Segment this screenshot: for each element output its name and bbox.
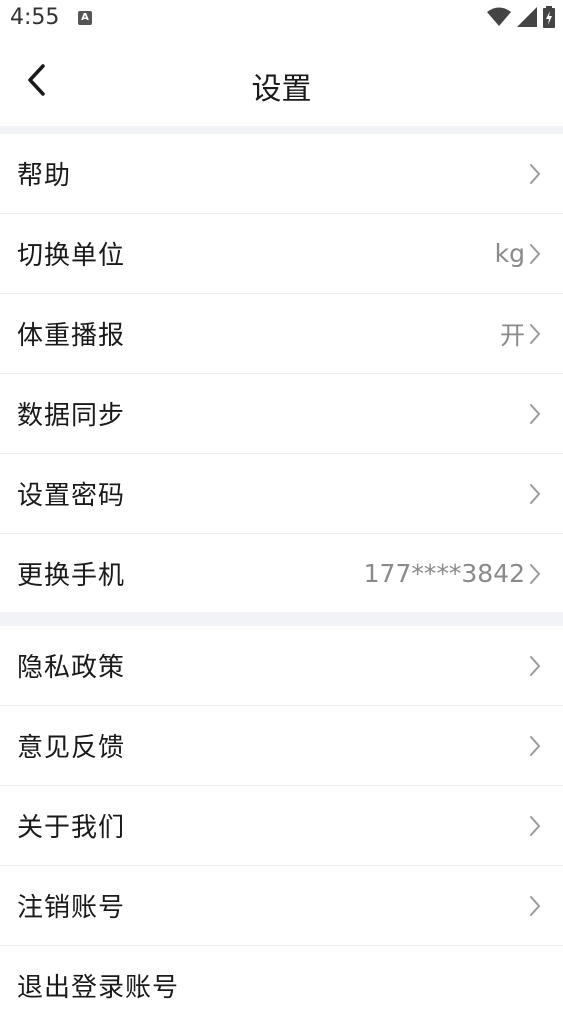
- settings-item-label: 设置密码: [17, 481, 126, 511]
- settings-item-label: 体重播报: [17, 321, 126, 351]
- chevron-right-icon: [527, 562, 543, 586]
- settings-item-label: 隐私政策: [17, 653, 126, 683]
- section-divider: [0, 126, 563, 134]
- settings-item-label: 数据同步: [17, 401, 126, 431]
- settings-item-label: 关于我们: [17, 813, 126, 843]
- a-app-icon: A: [78, 11, 92, 25]
- header: 设置: [0, 40, 563, 126]
- signal-icon: [517, 7, 537, 31]
- settings-item-delete-account[interactable]: 注销账号: [0, 866, 563, 946]
- settings-item-logout[interactable]: 退出登录账号: [0, 946, 563, 1025]
- page-title: 设置: [251, 72, 312, 107]
- settings-item-set-password[interactable]: 设置密码: [0, 454, 563, 534]
- settings-item-label: 切换单位: [17, 241, 126, 271]
- settings-item-value: 开: [499, 320, 525, 350]
- section-divider: [0, 612, 563, 626]
- settings-item-label: 更换手机: [17, 561, 126, 591]
- settings-item-data-sync[interactable]: 数据同步: [0, 374, 563, 454]
- settings-item-value: kg: [494, 239, 525, 268]
- settings-item-label: 注销账号: [17, 893, 126, 923]
- battery-charging-icon: [543, 6, 555, 32]
- wifi-icon: [487, 7, 511, 31]
- chevron-right-icon: [527, 734, 543, 758]
- settings-item-switch-unit[interactable]: 切换单位 kg: [0, 214, 563, 294]
- settings-item-weight-broadcast[interactable]: 体重播报 开: [0, 294, 563, 374]
- chevron-right-icon: [527, 402, 543, 426]
- settings-item-privacy-policy[interactable]: 隐私政策: [0, 626, 563, 706]
- chevron-right-icon: [527, 322, 543, 346]
- settings-group-primary: 帮助 切换单位 kg 体重播报 开 数据同步 设置密码 更换手机 177****…: [0, 134, 563, 613]
- settings-item-value: 177****3842: [363, 559, 525, 588]
- settings-item-label: 退出登录账号: [17, 973, 180, 1003]
- chevron-right-icon: [527, 162, 543, 186]
- status-time: 4:55: [10, 5, 60, 30]
- settings-item-label: 帮助: [17, 161, 72, 191]
- settings-item-help[interactable]: 帮助: [0, 134, 563, 214]
- chevron-right-icon: [527, 654, 543, 678]
- chevron-right-icon: [527, 894, 543, 918]
- status-bar: 4:55 A: [0, 0, 563, 40]
- status-icons: [487, 6, 555, 32]
- settings-item-change-phone[interactable]: 更换手机 177****3842: [0, 534, 563, 613]
- settings-item-label: 意见反馈: [17, 733, 126, 763]
- settings-item-about-us[interactable]: 关于我们: [0, 786, 563, 866]
- chevron-right-icon: [527, 242, 543, 266]
- chevron-right-icon: [527, 482, 543, 506]
- settings-group-secondary: 隐私政策 意见反馈 关于我们 注销账号 退出登录账号: [0, 626, 563, 1025]
- chevron-right-icon: [527, 814, 543, 838]
- settings-item-feedback[interactable]: 意见反馈: [0, 706, 563, 786]
